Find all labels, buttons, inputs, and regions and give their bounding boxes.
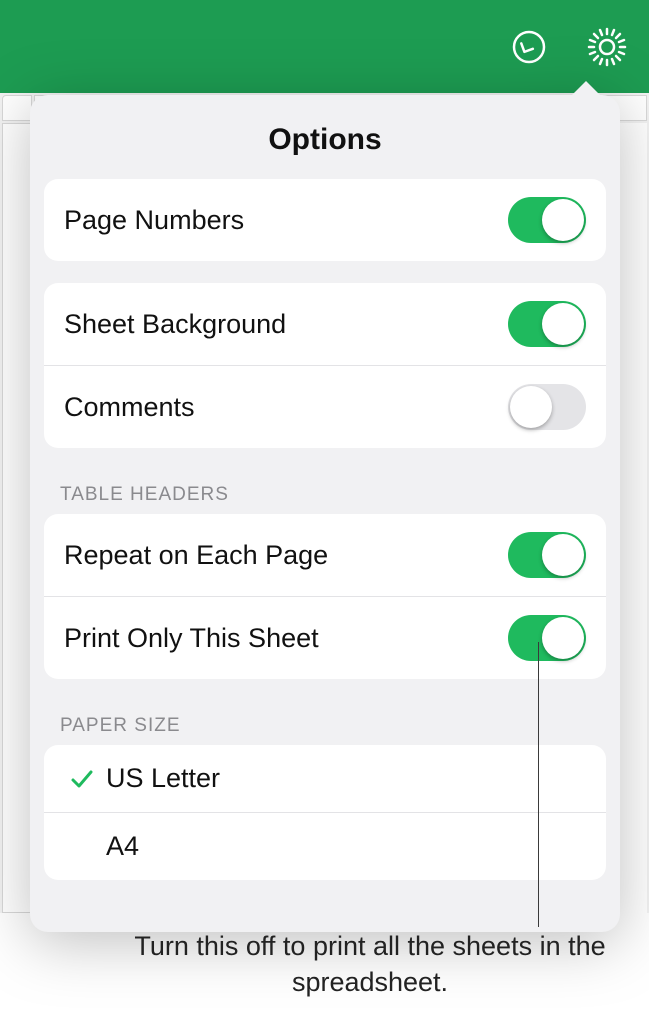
sheet-background-toggle[interactable]	[508, 301, 586, 347]
undo-icon	[510, 28, 548, 66]
callout-text: Turn this off to print all the sheets in…	[120, 928, 620, 1001]
print-only-this-sheet-toggle[interactable]	[508, 615, 586, 661]
section-paper-size: PAPER SIZE	[30, 701, 620, 745]
group-table-headers: Repeat on Each Page Print Only This Shee…	[44, 514, 606, 679]
repeat-each-page-label: Repeat on Each Page	[64, 540, 508, 571]
comments-toggle[interactable]	[508, 384, 586, 430]
callout-leader-line	[538, 642, 539, 927]
gear-icon	[586, 26, 628, 68]
repeat-each-page-toggle[interactable]	[508, 532, 586, 578]
sheet-corner	[2, 95, 32, 121]
paper-a4-label: A4	[106, 831, 586, 862]
popover-arrow	[570, 81, 602, 97]
row-print-only-this-sheet: Print Only This Sheet	[44, 596, 606, 679]
section-table-headers: TABLE HEADERS	[30, 470, 620, 514]
row-comments: Comments	[44, 365, 606, 448]
paper-us-letter-label: US Letter	[106, 763, 586, 794]
print-only-this-sheet-label: Print Only This Sheet	[64, 623, 508, 654]
options-popover: Options Page Numbers Sheet Background Co…	[30, 95, 620, 932]
row-header-bar	[2, 123, 32, 913]
page-numbers-label: Page Numbers	[64, 205, 508, 236]
row-repeat-each-page: Repeat on Each Page	[44, 514, 606, 596]
paper-us-letter[interactable]: US Letter	[44, 745, 606, 812]
comments-label: Comments	[64, 392, 508, 423]
page-numbers-toggle[interactable]	[508, 197, 586, 243]
undo-button[interactable]	[505, 23, 553, 71]
group-sheet-comments: Sheet Background Comments	[44, 283, 606, 448]
group-page-numbers: Page Numbers	[44, 179, 606, 261]
check-icon	[62, 766, 102, 792]
row-sheet-background: Sheet Background	[44, 283, 606, 365]
top-toolbar	[0, 0, 649, 93]
paper-a4[interactable]: A4	[44, 812, 606, 880]
sheet-background-label: Sheet Background	[64, 309, 508, 340]
row-page-numbers: Page Numbers	[44, 179, 606, 261]
settings-button[interactable]	[583, 23, 631, 71]
popover-title: Options	[30, 95, 620, 179]
group-paper-size: US Letter A4	[44, 745, 606, 880]
